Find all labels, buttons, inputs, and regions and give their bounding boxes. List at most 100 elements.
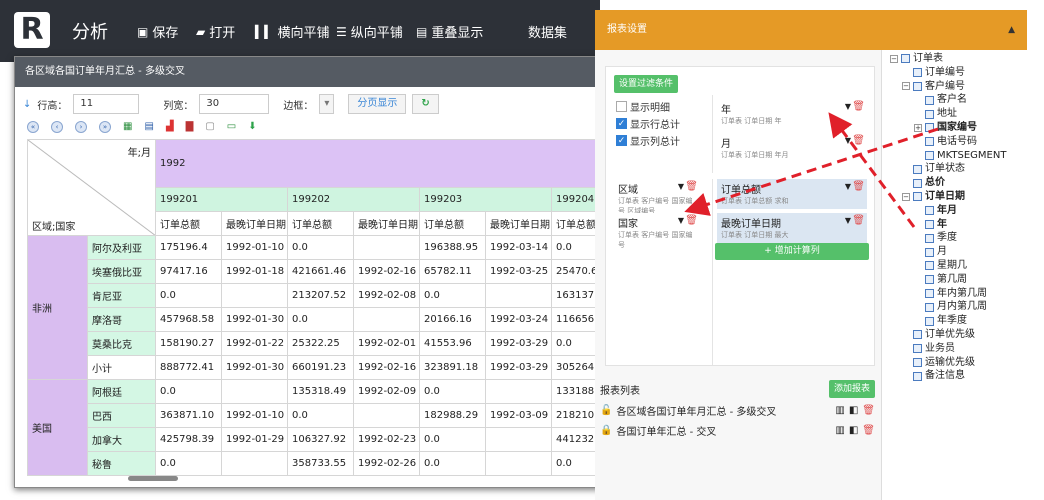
refresh-icon[interactable]: ↻ [412, 94, 439, 114]
collapse-icon[interactable]: − [890, 54, 898, 63]
dropdown-icon[interactable]: ▼ [845, 216, 851, 225]
delete-icon[interactable]: 🗑 [852, 181, 865, 192]
add-measure-button[interactable]: + 增加计算列 [715, 243, 869, 260]
field-icon [913, 357, 922, 367]
speaker-icon[interactable]: ◧ [849, 405, 858, 416]
tree-node[interactable]: 年月 [890, 204, 1040, 218]
tree-node[interactable]: 业务员 [890, 342, 1040, 356]
toolbar-columns-button[interactable]: ▍▍ 横向平铺 [255, 22, 329, 42]
measures-field[interactable]: 订单总额 订单表 订单总额 求和 ▼ 🗑 [717, 179, 867, 209]
delete-icon[interactable]: 🗑 [852, 215, 865, 226]
toolbar-rows-button[interactable]: ☰ 纵向平铺 [336, 22, 403, 42]
next-page-icon[interactable]: › [75, 121, 87, 133]
value-cell: 0.0 [155, 451, 222, 476]
delete-icon[interactable]: 🗑 [685, 181, 698, 192]
collapse-icon[interactable]: − [902, 82, 910, 91]
col_fields-field[interactable]: 月订单表 订单日期 年月 ▼ 🗑 [717, 133, 867, 163]
page-icon[interactable]: ▢ [205, 121, 214, 133]
field-icon [925, 206, 934, 216]
tree-node[interactable]: 总价 [890, 176, 1040, 190]
sort-icon[interactable]: ↓ [23, 99, 31, 110]
dropdown-icon[interactable]: ▼ [845, 102, 851, 111]
collapse-icon[interactable]: − [902, 192, 910, 201]
toolbar-dataset-button[interactable]: 数据集 [528, 22, 567, 41]
option-2[interactable]: ✓ 显示列总计 [616, 133, 680, 148]
tree-node[interactable]: 订单状态 [890, 162, 1040, 176]
checkbox[interactable]: ✓ [616, 135, 627, 146]
field-icon [925, 95, 934, 105]
subtotal-label: 小计 [87, 355, 156, 380]
row_fields-field[interactable]: 国家 订单表 客户编号 国家编号 ▼ 🗑 [614, 213, 700, 249]
delete-icon[interactable]: 🗑 [852, 135, 865, 146]
row-height-input[interactable]: 11 [73, 94, 140, 114]
first-page-icon[interactable]: « [27, 121, 39, 133]
toolbar-save-button[interactable]: ▣ 保存 [137, 22, 178, 42]
measures-field[interactable]: 最晚订单日期 订单表 订单日期 最大 ▼ 🗑 [717, 213, 867, 243]
col_fields-field[interactable]: 年订单表 订单日期 年 ▼ 🗑 [717, 99, 867, 129]
chart-icon[interactable]: ▥ [835, 425, 844, 436]
filter-button[interactable]: 设置过滤条件 [614, 75, 679, 93]
word-icon[interactable]: ▤ [144, 121, 153, 133]
tree-node[interactable]: 客户名 [890, 93, 1040, 107]
download-icon[interactable]: ⬇ [248, 121, 256, 133]
border-select[interactable]: ▾ [319, 94, 335, 114]
toolbar-folder-button[interactable]: ▰ 打开 [196, 22, 235, 42]
tree-node[interactable]: 季度 [890, 231, 1040, 245]
dropdown-icon[interactable]: ▼ [678, 216, 684, 225]
dropdown-icon[interactable]: ▼ [845, 136, 851, 145]
checkbox[interactable]: ✓ [616, 118, 627, 129]
delete-icon[interactable]: 🗑 [862, 405, 875, 416]
delete-icon[interactable]: 🗑 [862, 425, 875, 436]
toolbar-overlap-button[interactable]: ▤ 重叠显示 [416, 22, 483, 42]
horizontal-scrollbar[interactable] [128, 476, 178, 481]
add-report-button[interactable]: 添加报表 [828, 380, 875, 398]
tree-node[interactable]: 订单优先级 [890, 328, 1040, 342]
delete-icon[interactable]: 🗑 [685, 215, 698, 226]
checkbox[interactable] [616, 101, 627, 112]
country-cell: 阿根廷 [87, 379, 156, 404]
print-icon[interactable]: ▇ [186, 121, 194, 133]
tree-node[interactable]: − 客户编号 [890, 80, 1040, 94]
prev-page-icon[interactable]: ‹ [51, 121, 63, 133]
chart-icon[interactable]: ▥ [835, 405, 844, 416]
tree-node[interactable]: 订单编号 [890, 66, 1040, 80]
option-label: 显示行总计 [630, 120, 680, 131]
tree-node[interactable]: 月内第几周 [890, 300, 1040, 314]
dropdown-icon[interactable]: ▼ [845, 182, 851, 191]
value-cell: 106327.92 [287, 427, 354, 452]
col-width-input[interactable]: 30 [199, 94, 270, 114]
paging-button[interactable]: 分页显示 [348, 94, 407, 114]
expand-icon[interactable]: + [914, 123, 922, 132]
tree-node[interactable]: + 国家编号 [890, 121, 1040, 135]
excel-icon[interactable]: ▦ [123, 121, 132, 133]
tree-node[interactable]: 第几周 [890, 273, 1040, 287]
row_fields-field[interactable]: 区域 订单表 客户编号 国家编号 区域编号 ▼ 🗑 [614, 179, 700, 215]
tree-node[interactable]: 电话号码 [890, 135, 1040, 149]
last-page-icon[interactable]: » [99, 121, 111, 133]
tree-node[interactable]: 月 [890, 245, 1040, 259]
dropdown-icon[interactable]: ▼ [678, 182, 684, 191]
collapse-icon[interactable]: ▲ [1008, 10, 1015, 50]
report-item[interactable]: 🔓 各区域各国订单年月汇总 - 多级交叉 ▥ ◧ 🗑 [600, 400, 875, 420]
tree-node[interactable]: 备注信息 [890, 369, 1040, 383]
delete-icon[interactable]: 🗑 [852, 101, 865, 112]
tree-node[interactable]: 地址 [890, 107, 1040, 121]
tree-node[interactable]: MKTSEGMENT [890, 149, 1040, 163]
tree-node[interactable]: 运输优先级 [890, 356, 1040, 370]
report-item[interactable]: 🔒 各国订单年汇总 - 交叉 ▥ ◧ 🗑 [600, 420, 875, 440]
tree-node[interactable]: 年 [890, 218, 1040, 232]
tree-node[interactable]: 星期几 [890, 259, 1040, 273]
tree-node[interactable]: − 订单日期 [890, 190, 1040, 204]
option-0[interactable]: 显示明细 [616, 99, 680, 114]
csv-icon[interactable]: ▭ [227, 121, 236, 133]
tree-node[interactable]: − 订单表 [890, 52, 1040, 66]
tree-label: 订单优先级 [925, 328, 975, 340]
speaker-icon[interactable]: ◧ [849, 425, 858, 436]
pdf-icon[interactable]: ▟ [166, 121, 174, 133]
option-1[interactable]: ✓ 显示行总计 [616, 116, 680, 131]
country-cell: 加拿大 [87, 427, 156, 452]
tree-label: 年季度 [937, 315, 967, 327]
tree-node[interactable]: 年季度 [890, 314, 1040, 328]
tree-node[interactable]: 年内第几周 [890, 287, 1040, 301]
value-cell: 1992-03-09 [485, 403, 552, 428]
